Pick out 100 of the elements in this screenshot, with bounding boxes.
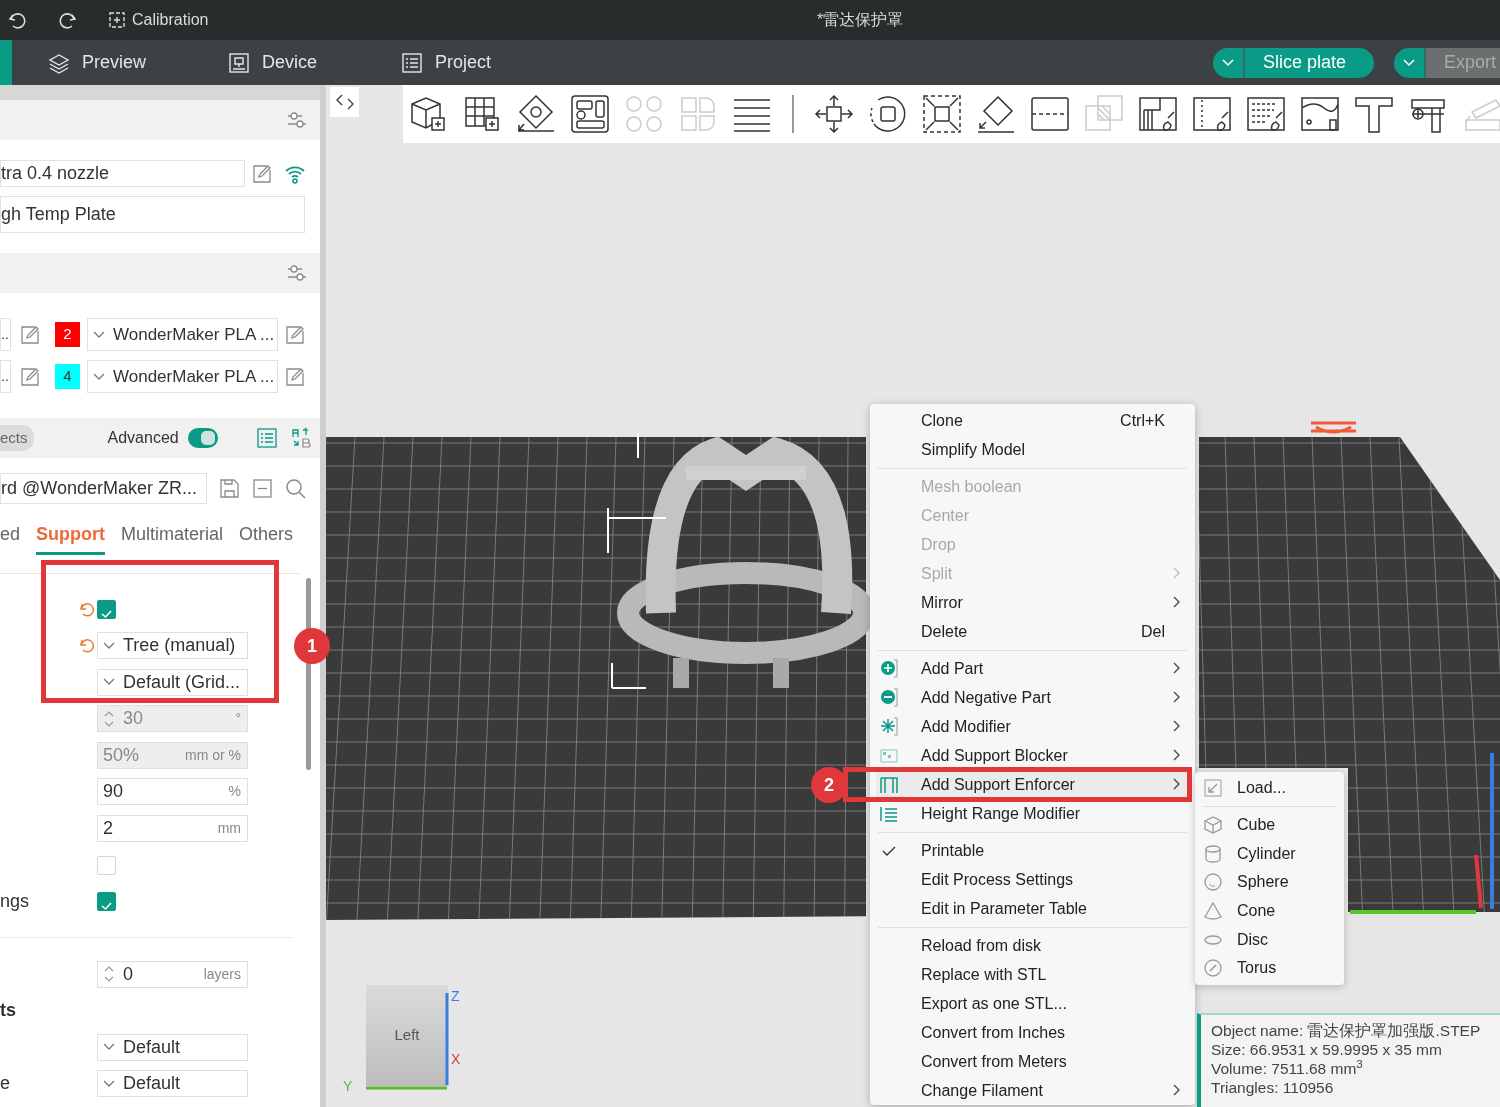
menu-item[interactable]: Convert from Meters xyxy=(876,1047,1189,1076)
info-text: Triangles: 110956 xyxy=(1211,1078,1335,1097)
menu-item[interactable]: Add Support Blocker xyxy=(876,741,1189,770)
t-shape-icon[interactable] xyxy=(1354,94,1394,134)
menu-item[interactable]: Torus xyxy=(1195,954,1344,983)
filament-number[interactable]: 2 xyxy=(55,322,80,347)
cylinder-icon xyxy=(1203,843,1223,864)
reset-icon[interactable] xyxy=(78,637,95,655)
menu-item[interactable]: Add Negative Part xyxy=(876,683,1189,712)
plate-select[interactable]: gh Temp Plate xyxy=(0,196,305,233)
filament-number[interactable]: 4 xyxy=(55,364,80,389)
settings-tab[interactable]: Multimaterial xyxy=(121,521,224,555)
printer-select[interactable]: tra 0.4 nozzle xyxy=(0,160,245,187)
color-paint-icon[interactable] xyxy=(1300,94,1340,134)
menu-item[interactable]: Add Part xyxy=(876,654,1189,683)
process-preset-select[interactable]: rd @WonderMaker ZR... xyxy=(0,473,207,504)
undo-icon[interactable] xyxy=(7,10,27,30)
advanced-toggle[interactable] xyxy=(187,428,218,448)
nav-tab[interactable]: Preview xyxy=(42,40,153,85)
input-field[interactable]: 2 mm xyxy=(97,814,248,842)
view-cube[interactable]: Left xyxy=(366,985,448,1086)
menu-item[interactable]: Edit in Parameter Table xyxy=(876,894,1189,923)
spin-field[interactable]: 0 layers xyxy=(97,960,248,988)
chevron-icon xyxy=(103,641,115,650)
settings-icon[interactable] xyxy=(286,262,308,284)
reset-icon[interactable] xyxy=(78,600,95,618)
scale-icon[interactable] xyxy=(922,94,962,134)
support-paint-icon[interactable] xyxy=(1138,94,1178,134)
menu-item[interactable]: Load... xyxy=(1195,774,1344,803)
cone-icon xyxy=(1203,901,1223,922)
blocker-icon xyxy=(879,746,898,765)
add-cube-icon[interactable] xyxy=(408,94,448,134)
menu-item[interactable]: Cube xyxy=(1195,810,1344,840)
menu-item[interactable]: Cone xyxy=(1195,896,1344,926)
compare-icon[interactable] xyxy=(289,427,312,449)
nav-tab[interactable]: Project xyxy=(395,40,498,85)
menu-item[interactable]: Delete Del xyxy=(876,617,1189,646)
dropdown[interactable]: Default xyxy=(97,1070,248,1098)
menu-item[interactable]: Clone Ctrl+K xyxy=(876,406,1189,435)
search-icon[interactable] xyxy=(285,478,306,499)
info-text: Volume: 7511.68 mm$^{3}$ xyxy=(1211,1059,1364,1078)
layers-icon xyxy=(48,51,70,74)
objects-tab[interactable]: ects xyxy=(0,424,34,452)
fuzzy-paint-icon[interactable] xyxy=(1246,94,1286,134)
edit-button[interactable] xyxy=(20,324,40,345)
shortcut-label: Ctrl+K xyxy=(1120,410,1165,431)
dropdown-toggle-button[interactable] xyxy=(1212,47,1245,78)
dropdown[interactable]: Default xyxy=(97,1033,248,1061)
settings-tab[interactable]: Others xyxy=(239,521,294,555)
nav-tab[interactable]: Device xyxy=(222,40,324,85)
device-icon xyxy=(228,51,251,74)
menu-item[interactable]: Simplify Model xyxy=(876,435,1189,464)
window-title: *雷达保护罩 xyxy=(816,11,904,28)
cut-icon[interactable] xyxy=(1030,94,1070,134)
calibration-button[interactable]: Calibration xyxy=(108,8,209,32)
checkbox[interactable] xyxy=(97,892,116,911)
list-icon[interactable] xyxy=(255,427,278,449)
filament-field[interactable]: .. xyxy=(0,360,11,393)
menu-item[interactable]: Replace with STL xyxy=(876,960,1189,989)
input-field[interactable]: 90 % xyxy=(97,778,248,806)
add-grid-icon[interactable] xyxy=(462,94,502,134)
settings-tab[interactable]: ed xyxy=(0,521,21,555)
chevron-icon xyxy=(103,1079,115,1088)
edit-button[interactable] xyxy=(285,324,305,345)
menu-item[interactable]: Sphere xyxy=(1195,868,1344,897)
minus-icon[interactable] xyxy=(252,478,273,499)
rotate-icon[interactable] xyxy=(868,94,908,134)
filament-field[interactable]: .. xyxy=(0,318,11,351)
checkbox[interactable] xyxy=(97,600,116,619)
menu-item[interactable]: Convert from Inches xyxy=(876,1018,1189,1047)
menu-item[interactable]: Printable xyxy=(876,836,1189,865)
dropdown-toggle-button[interactable] xyxy=(1393,47,1426,78)
settings-icon[interactable] xyxy=(286,109,308,131)
orient-icon[interactable] xyxy=(516,94,556,134)
menu-item[interactable]: Change Filament xyxy=(876,1076,1189,1105)
save-icon[interactable] xyxy=(219,478,240,499)
filament-select[interactable]: WonderMaker PLA ... xyxy=(87,318,278,351)
move-icon[interactable] xyxy=(814,94,854,134)
redo-icon[interactable] xyxy=(58,10,78,30)
menu-item[interactable]: Reload from disk xyxy=(876,931,1189,960)
edit-button[interactable] xyxy=(20,366,40,387)
seam-paint-icon[interactable] xyxy=(1192,94,1232,134)
spinner-arrows-icon[interactable] xyxy=(103,965,115,984)
menu-item[interactable]: Height Range Modifier xyxy=(876,799,1189,828)
dropdown[interactable]: Tree (manual) xyxy=(97,632,248,660)
menu-item[interactable]: Disc xyxy=(1195,925,1344,955)
filament-select[interactable]: WonderMaker PLA ... xyxy=(87,360,278,393)
menu-item[interactable]: Add Modifier xyxy=(876,712,1189,741)
lay-flat-icon[interactable] xyxy=(976,94,1016,134)
setting-label: e xyxy=(0,1072,10,1096)
edit-button[interactable] xyxy=(252,163,272,184)
edit-button[interactable] xyxy=(285,366,305,387)
menu-item[interactable]: Export as one STL... xyxy=(876,989,1189,1018)
menu-item[interactable]: Cylinder xyxy=(1195,839,1344,869)
arrange-icon[interactable] xyxy=(570,94,610,134)
load-icon xyxy=(1203,778,1223,799)
collapse-button[interactable] xyxy=(330,87,359,117)
menu-item[interactable]: Edit Process Settings xyxy=(876,865,1189,894)
menu-item[interactable]: Mirror xyxy=(876,588,1189,617)
dropdown[interactable]: Default (Grid... xyxy=(97,668,248,696)
